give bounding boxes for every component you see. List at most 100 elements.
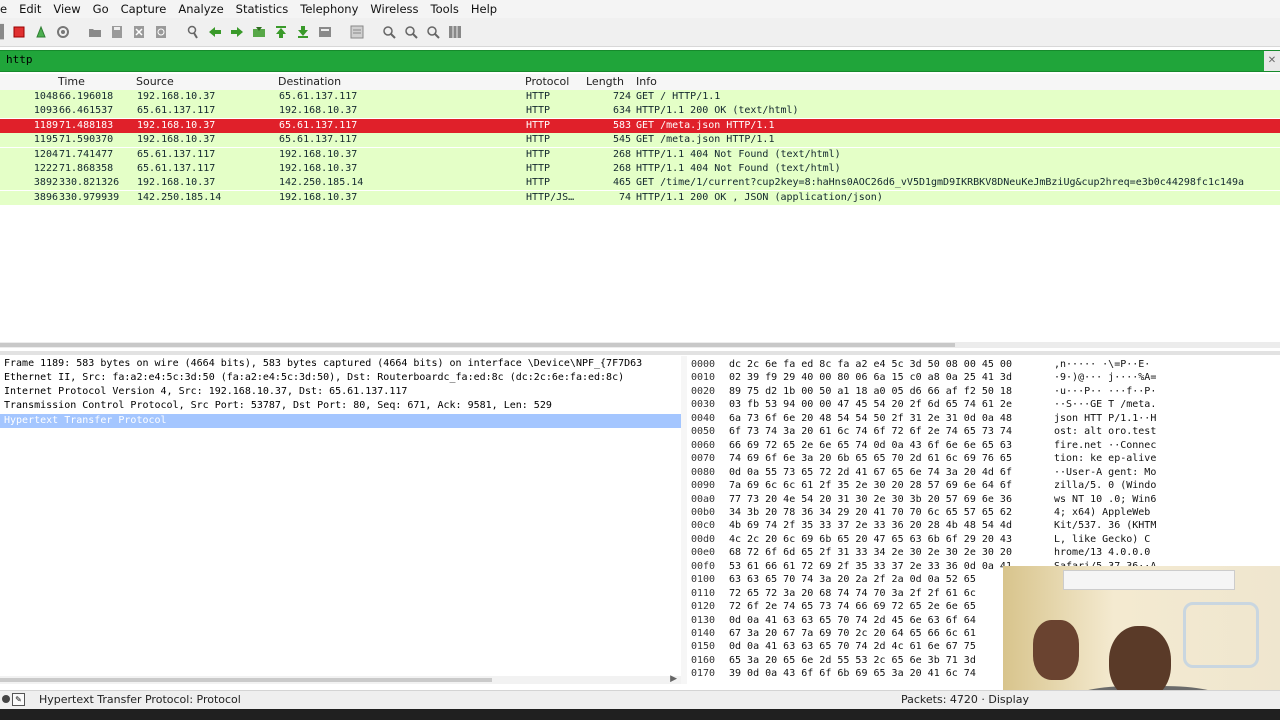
hex-off: 00e0 (691, 547, 716, 559)
packet-row[interactable]: 1204 71.741477 65.61.137.117 192.168.10.37 H… (0, 147, 1280, 162)
packet-source: 192.168.10.37 (137, 91, 216, 102)
hex-row[interactable]: 00c0 4b 69 74 2f 35 33 37 2e 33 36 20 28 … (687, 520, 1280, 533)
hex-row[interactable]: 0020 89 75 d2 1b 00 50 a1 18 a0 05 d6 66 … (687, 386, 1280, 399)
menu-statistics[interactable]: Statistics (230, 0, 295, 18)
reload-icon[interactable] (150, 21, 172, 43)
hex-row[interactable]: 0010 02 39 f9 29 40 00 80 06 6a 15 c0 a8 … (687, 372, 1280, 385)
zoom-in-icon[interactable] (378, 21, 400, 43)
detail-tcp[interactable]: Transmission Control Protocol, Src Port:… (0, 399, 681, 413)
detail-ip[interactable]: Internet Protocol Version 4, Src: 192.16… (0, 385, 681, 399)
menu-analyze[interactable]: Analyze (172, 0, 229, 18)
menu-capture[interactable]: Capture (115, 0, 173, 18)
hex-row[interactable]: 00b0 34 3b 20 78 36 34 29 20 41 70 70 6c … (687, 507, 1280, 520)
packet-row[interactable]: 1195 71.590370 192.168.10.37 65.61.137.117 H… (0, 133, 1280, 148)
hex-row[interactable]: 0030 03 fb 53 94 00 00 47 45 54 20 2f 6d … (687, 399, 1280, 412)
hex-off: 0110 (691, 587, 716, 599)
save-file-icon[interactable] (106, 21, 128, 43)
packet-row[interactable]: 1222 71.868358 65.61.137.117 192.168.10.37 H… (0, 162, 1280, 176)
resize-columns-icon[interactable] (444, 21, 466, 43)
scrollbar-thumb[interactable] (0, 343, 955, 347)
expert-info-icon[interactable] (2, 695, 10, 703)
shark-fin-icon[interactable]: ▌ (0, 21, 9, 43)
menu-file[interactable]: e (0, 0, 13, 18)
hex-ascii: ,n····· ·\=P··E· (1054, 359, 1151, 370)
restart-capture-icon[interactable] (30, 21, 52, 43)
hex-bytes: 0d 0a 41 63 63 65 70 74 2d 45 6e 63 6f 6… (729, 614, 976, 626)
detail-frame[interactable]: Frame 1189: 583 bytes on wire (4664 bits… (0, 357, 681, 371)
hex-bytes: 0d 0a 41 63 63 65 70 74 2d 4c 61 6e 67 7… (729, 641, 976, 653)
menu-tools[interactable]: Tools (425, 0, 465, 18)
column-protocol[interactable]: Protocol (525, 75, 569, 88)
display-filter-input[interactable]: http (6, 53, 33, 66)
scrollbar-thumb[interactable] (0, 678, 492, 682)
go-to-packet-icon[interactable] (248, 21, 270, 43)
hex-ascii: ·9·)@··· j····%A= (1054, 372, 1157, 384)
packet-list-header: Time Source Destination Protocol Length … (0, 74, 1280, 91)
go-last-icon[interactable] (292, 21, 314, 43)
packet-source: 142.250.185.14 (137, 191, 222, 203)
hex-off: 0090 (691, 480, 716, 492)
autoscroll-icon[interactable] (314, 21, 336, 43)
menu-edit[interactable]: Edit (13, 0, 47, 18)
close-file-icon[interactable] (128, 21, 150, 43)
detail-ethernet-text: Ethernet II, Src: fa:a2:e4:5c:3d:50 (fa:… (4, 372, 625, 383)
column-info[interactable]: Info (636, 75, 657, 88)
hex-bytes: 7a 69 6c 6c 61 2f 35 2e 30 20 28 57 69 6… (729, 480, 1012, 492)
hex-bytes: 6a 73 6f 6e 20 48 54 54 50 2f 31 2e 31 0… (729, 412, 1012, 424)
clear-filter-icon[interactable]: ✕ (1264, 51, 1280, 71)
hex-ascii: ·u···P·· ···f··P· (1054, 385, 1157, 397)
column-length[interactable]: Length (586, 75, 624, 88)
stop-capture-icon[interactable] (8, 21, 30, 43)
menu-telephony[interactable]: Telephony (294, 0, 364, 18)
packet-row[interactable]: 3892 330.821326 192.168.10.37 142.250.185.1… (0, 176, 1280, 191)
column-destination[interactable]: Destination (278, 75, 341, 88)
packet-row[interactable]: 1048 66.196018 192.168.10.37 65.61.137.117 H… (0, 90, 1280, 104)
menu-help[interactable]: Help (465, 0, 503, 18)
hex-bytes: 68 72 6f 6d 65 2f 31 33 34 2e 30 2e 30 2… (729, 547, 1012, 559)
capture-options-icon[interactable] (52, 21, 74, 43)
menu-go[interactable]: Go (87, 0, 115, 18)
hex-row[interactable]: 0070 74 69 6f 6e 3a 20 6b 65 65 70 2d 61 … (687, 453, 1280, 466)
hex-row[interactable]: 0080 0d 0a 55 73 65 72 2d 41 67 65 6e 74 … (687, 467, 1280, 480)
go-first-icon[interactable] (270, 21, 292, 43)
hex-row[interactable]: 0050 6f 73 74 3a 20 61 6c 74 6f 72 6f 2e … (687, 426, 1280, 439)
go-forward-icon[interactable] (226, 21, 248, 43)
hex-row[interactable]: 0040 6a 73 6f 6e 20 48 54 54 50 2f 31 2e … (687, 413, 1280, 426)
packet-protocol: HTTP (526, 105, 551, 117)
detail-http[interactable]: Hypertext Transfer Protocol (0, 414, 681, 428)
hex-row[interactable]: 0060 66 69 72 65 2e 6e 65 74 0d 0a 43 6f … (687, 440, 1280, 453)
menu-view[interactable]: View (47, 0, 86, 18)
column-source[interactable]: Source (136, 75, 174, 88)
normal-size-icon[interactable] (422, 21, 444, 43)
pane-splitter[interactable] (0, 351, 1280, 355)
hex-row[interactable]: 00e0 68 72 6f 6d 65 2f 31 33 34 2e 30 2e … (687, 547, 1280, 560)
toolbar-separator (74, 21, 84, 43)
menu-wireless[interactable]: Wireless (364, 0, 424, 18)
colorize-icon[interactable] (346, 21, 368, 43)
packet-list-scrollbar[interactable] (0, 342, 1280, 348)
packet-info: HTTP/1.1 200 OK , JSON (application/json… (636, 191, 883, 203)
webcam-rack (1183, 602, 1259, 668)
go-back-icon[interactable] (204, 21, 226, 43)
packet-source: 192.168.10.37 (137, 177, 216, 189)
column-time[interactable]: Time (58, 75, 85, 88)
packet-protocol: HTTP (526, 177, 551, 189)
details-scrollbar[interactable]: ▶ (0, 674, 681, 684)
comments-icon[interactable]: ✎ (12, 693, 25, 706)
find-packet-icon[interactable] (182, 21, 204, 43)
packet-row[interactable]: 1093 66.461537 65.61.137.117 192.168.10.37 H… (0, 104, 1280, 119)
display-filter-bar[interactable]: http ✕ (0, 50, 1280, 72)
scroll-right-icon[interactable]: ▶ (670, 674, 677, 684)
packet-row[interactable]: 1189 71.488183 192.168.10.37 65.61.137.117 H… (0, 118, 1280, 133)
hex-row[interactable]: 00a0 77 73 20 4e 54 20 31 30 2e 30 3b 20 … (687, 494, 1280, 507)
hex-row[interactable]: 0000 dc 2c 6e fa ed 8c fa a2 e4 5c 3d 50 … (687, 359, 1280, 372)
detail-ethernet[interactable]: Ethernet II, Src: fa:a2:e4:5c:3d:50 (fa:… (0, 371, 681, 385)
webcam-person-head (1109, 626, 1171, 700)
detail-tcp-text: Transmission Control Protocol, Src Port:… (4, 400, 552, 411)
open-file-icon[interactable] (84, 21, 106, 43)
hex-bytes: 74 69 6f 6e 3a 20 6b 65 65 70 2d 61 6c 6… (729, 453, 1012, 465)
zoom-out-icon[interactable] (400, 21, 422, 43)
hex-row[interactable]: 00d0 4c 2c 20 6c 69 6b 65 20 47 65 63 6b … (687, 534, 1280, 547)
hex-row[interactable]: 0090 7a 69 6c 6c 61 2f 35 2e 30 20 28 57 … (687, 480, 1280, 493)
packet-row[interactable]: 3896 330.979939 142.250.185.14 192.168.10.3… (0, 190, 1280, 205)
